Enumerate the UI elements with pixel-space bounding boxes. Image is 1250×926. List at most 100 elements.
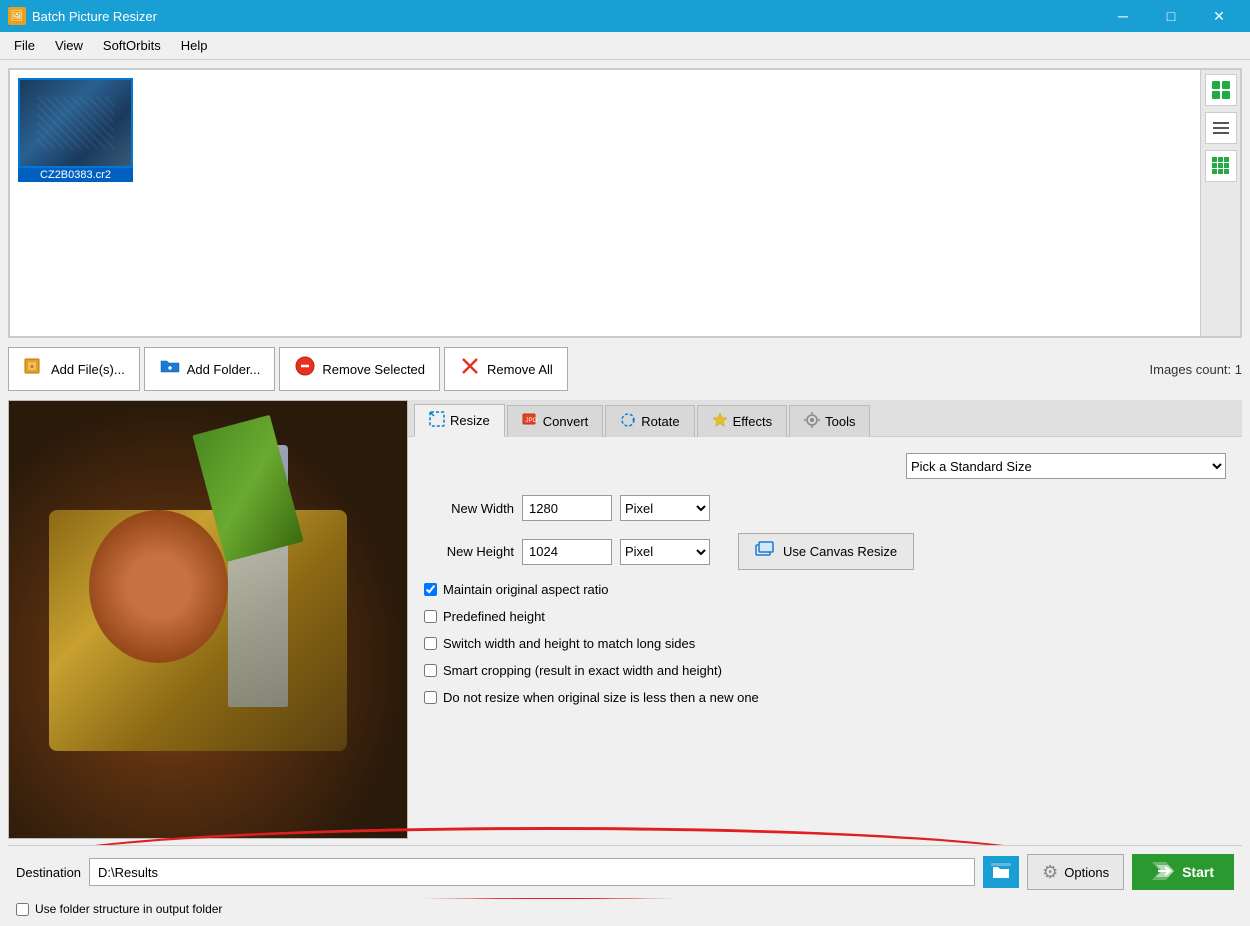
switch-width-height-row: Switch width and height to match long si… (424, 636, 1226, 651)
standard-size-row: Pick a Standard Size 800x600 1024x768 12… (424, 453, 1226, 479)
maintain-aspect-row: Maintain original aspect ratio (424, 582, 1226, 597)
gallery-content: CZ2B0383.cr2 (10, 70, 1200, 336)
gallery-filename: CZ2B0383.cr2 (18, 168, 133, 182)
window-controls: ─ □ ✕ (1100, 0, 1242, 32)
add-folder-icon (159, 355, 181, 383)
gear-icon: ⚙ (1042, 862, 1058, 883)
menu-file[interactable]: File (4, 34, 45, 57)
do-not-resize-row: Do not resize when original size is less… (424, 690, 1226, 705)
main-content: CZ2B0383.cr2 (0, 60, 1250, 926)
minimize-button[interactable]: ─ (1100, 0, 1146, 32)
preview-image (9, 401, 407, 838)
tab-resize[interactable]: Resize (414, 404, 505, 437)
lower-section: Resize JPG Convert (8, 400, 1242, 839)
predefined-height-checkbox[interactable] (424, 610, 437, 623)
remove-selected-button[interactable]: Remove Selected (279, 347, 440, 391)
width-row: New Width Pixel Percent Inch cm (424, 495, 1226, 521)
predefined-height-label: Predefined height (443, 609, 545, 624)
browse-button[interactable] (983, 856, 1019, 888)
gallery-thumb (18, 78, 133, 168)
smart-cropping-row: Smart cropping (result in exact width an… (424, 663, 1226, 678)
menu-softorbits[interactable]: SoftOrbits (93, 34, 171, 57)
remove-all-svg (459, 355, 481, 377)
switch-width-height-label: Switch width and height to match long si… (443, 636, 695, 651)
options-label: Options (1064, 865, 1109, 880)
start-label: Start (1182, 864, 1214, 880)
maintain-aspect-checkbox[interactable] (424, 583, 437, 596)
height-input[interactable] (522, 539, 612, 565)
use-folder-checkbox[interactable] (16, 903, 29, 916)
svg-text:JPG: JPG (525, 418, 537, 424)
canvas-resize-icon (755, 540, 775, 563)
convert-tab-icon: JPG (522, 412, 538, 431)
width-label: New Width (424, 501, 514, 516)
menu-view[interactable]: View (45, 34, 93, 57)
menu-help[interactable]: Help (171, 34, 218, 57)
do-not-resize-label: Do not resize when original size is less… (443, 690, 759, 705)
images-count: Images count: 1 (1150, 362, 1243, 377)
remove-all-icon (459, 355, 481, 383)
gallery-view-grid[interactable] (1205, 150, 1237, 182)
tab-effects-label: Effects (733, 414, 773, 429)
use-folder-row: Use folder structure in output folder (16, 902, 1234, 916)
width-input[interactable] (522, 495, 612, 521)
gallery-view-list[interactable] (1205, 112, 1237, 144)
thumb-preview (20, 80, 131, 166)
switch-width-height-checkbox[interactable] (424, 637, 437, 650)
gallery-view-large[interactable] (1205, 74, 1237, 106)
bottom-section: Destination ⚙ Options (8, 845, 1242, 918)
toolbar: Add File(s)... Add Folder... Remove Sele… (8, 344, 1242, 394)
standard-size-select[interactable]: Pick a Standard Size 800x600 1024x768 12… (906, 453, 1226, 479)
add-files-icon (23, 355, 45, 383)
remove-selected-svg (294, 355, 316, 377)
add-folder-svg (159, 355, 181, 377)
tab-tools[interactable]: Tools (789, 405, 870, 437)
browse-icon (991, 863, 1011, 881)
tools-tab-icon (804, 412, 820, 431)
smart-cropping-checkbox[interactable] (424, 664, 437, 677)
remove-selected-icon (294, 355, 316, 383)
tab-tools-label: Tools (825, 414, 855, 429)
add-folder-button[interactable]: Add Folder... (144, 347, 276, 391)
tab-convert[interactable]: JPG Convert (507, 405, 604, 437)
food-item1 (89, 510, 228, 663)
remove-all-button[interactable]: Remove All (444, 347, 568, 391)
tab-resize-label: Resize (450, 413, 490, 428)
tab-rotate-label: Rotate (641, 414, 679, 429)
maintain-aspect-label: Maintain original aspect ratio (443, 582, 608, 597)
preview-panel (8, 400, 408, 839)
maximize-button[interactable]: □ (1148, 0, 1194, 32)
app-icon: 🖼 (8, 7, 26, 25)
bottom-bar: Destination ⚙ Options (8, 845, 1242, 898)
width-unit-select[interactable]: Pixel Percent Inch cm (620, 495, 710, 521)
options-button[interactable]: ⚙ Options (1027, 854, 1124, 890)
height-row: New Height Pixel Percent Inch cm (424, 533, 1226, 570)
title-bar-left: 🖼 Batch Picture Resizer (8, 7, 157, 25)
start-button[interactable]: Start (1132, 854, 1234, 890)
add-files-label: Add File(s)... (51, 362, 125, 377)
rotate-tab-icon (620, 412, 636, 431)
tab-effects[interactable]: Effects (697, 405, 788, 437)
effects-tab-icon (712, 412, 728, 431)
destination-input[interactable] (89, 858, 975, 886)
tab-convert-label: Convert (543, 414, 589, 429)
canvas-resize-button[interactable]: Use Canvas Resize (738, 533, 914, 570)
add-files-button[interactable]: Add File(s)... (8, 347, 140, 391)
gallery-area: CZ2B0383.cr2 (8, 68, 1242, 338)
right-panel: Resize JPG Convert (408, 400, 1242, 839)
panel-content: Pick a Standard Size 800x600 1024x768 12… (408, 437, 1242, 839)
predefined-height-row: Predefined height (424, 609, 1226, 624)
gallery-item[interactable]: CZ2B0383.cr2 (18, 78, 133, 182)
use-folder-label: Use folder structure in output folder (35, 902, 222, 916)
tab-rotate[interactable]: Rotate (605, 405, 694, 437)
resize-tab-icon (429, 411, 445, 430)
height-label: New Height (424, 544, 514, 559)
close-button[interactable]: ✕ (1196, 0, 1242, 32)
remove-selected-label: Remove Selected (322, 362, 425, 377)
add-folder-label: Add Folder... (187, 362, 261, 377)
add-files-svg (23, 355, 45, 377)
do-not-resize-checkbox[interactable] (424, 691, 437, 704)
destination-label: Destination (16, 865, 81, 880)
height-unit-select[interactable]: Pixel Percent Inch cm (620, 539, 710, 565)
menu-bar: File View SoftOrbits Help (0, 32, 1250, 60)
